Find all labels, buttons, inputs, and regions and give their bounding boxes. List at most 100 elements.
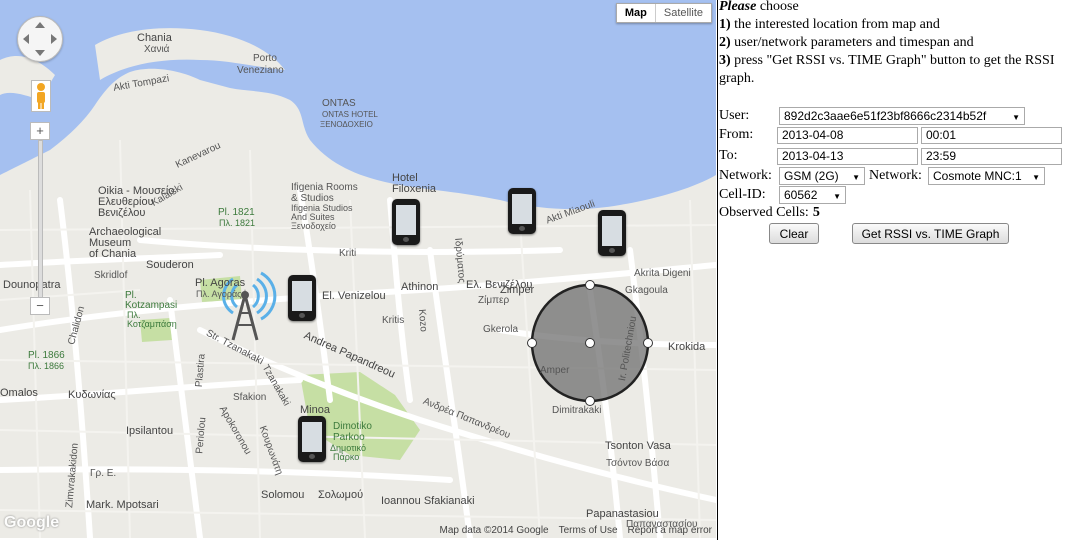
map-label: Porto <box>253 53 277 64</box>
map-label: Akrita Digeni <box>634 268 691 279</box>
map-label: Σολωμού <box>318 489 364 501</box>
map-label: Kozo <box>415 308 429 333</box>
map-label: of Chania <box>89 248 137 260</box>
to-time-input[interactable] <box>921 147 1062 165</box>
map-label: Tsonton Vasa <box>605 440 671 452</box>
map-label: Τσόντον Βάσα <box>606 458 670 469</box>
instructions: Please choose 1) the interested location… <box>719 0 1069 88</box>
phone-marker[interactable] <box>298 416 326 462</box>
map-attribution: Map data ©2014 Google Terms of Use Report … <box>429 525 712 536</box>
chevron-down-icon: ▼ <box>1032 173 1040 182</box>
zoom-in-button[interactable]: + <box>30 122 50 140</box>
zoom-out-button[interactable]: − <box>30 297 50 315</box>
map-label: Βενιζέλου <box>98 207 146 219</box>
network-row: Network: GSM (2G) ▼ Network: Cosmote MNC:… <box>719 166 1045 186</box>
cellid-row: Cell-ID: 60562 ▼ <box>719 185 846 205</box>
map-label: Filoxenia <box>392 183 437 195</box>
step-number: 3) <box>719 53 731 68</box>
map-label: Pl. 1821 <box>218 207 255 218</box>
map-label: Krokida <box>668 341 706 353</box>
map-label: Veneziano <box>237 65 284 76</box>
map-label: Dimitrakaki <box>552 405 602 416</box>
phone-marker[interactable] <box>392 199 420 245</box>
network-type-label: Network: <box>719 168 772 183</box>
step-text: the interested location from map and <box>730 17 940 32</box>
network-operator-select[interactable]: Cosmote MNC:1 ▼ <box>928 167 1045 185</box>
get-rssi-graph-button[interactable]: Get RSSI vs. TIME Graph <box>852 223 1009 244</box>
chevron-down-icon: ▼ <box>833 192 841 201</box>
user-select[interactable]: 892d2c3aae6e51f23bf8666c2314b52f ▼ <box>779 107 1025 125</box>
map-label: Kritis <box>382 315 405 326</box>
map-label: Chania <box>137 32 172 44</box>
step-number: 2) <box>719 35 731 50</box>
from-time-input[interactable] <box>921 126 1062 144</box>
terms-of-use-link[interactable]: Terms of Use <box>559 525 618 536</box>
map-label: El. Venizelou <box>322 290 386 302</box>
map-label: Amper <box>540 365 570 376</box>
chevron-down-icon: ▼ <box>852 173 860 182</box>
pan-arrows-icon <box>23 22 57 56</box>
map-label: ΞΕΝΟΔΟΧΕΙΟ <box>320 120 373 129</box>
map-label: ONTAS <box>322 98 356 109</box>
map-label: Athinon <box>401 281 439 293</box>
phone-marker[interactable] <box>598 210 626 256</box>
map-label: Ξενοδοχείο <box>291 221 336 231</box>
step-text: user/network parameters and timespan and <box>730 35 974 50</box>
map-label: Omalos <box>0 387 38 399</box>
from-label: From: <box>719 127 754 142</box>
step-text: press "Get RSSI vs. TIME Graph" button t… <box>719 53 1055 86</box>
observed-cells-count: 5 <box>812 205 820 220</box>
map-canvas[interactable]: Chania Χανιά Porto Veneziano Akti Tompaz… <box>0 0 716 538</box>
intro-emphasis: Please <box>719 0 757 14</box>
step-number: 1) <box>719 17 731 32</box>
phone-marker[interactable] <box>508 188 536 234</box>
street-view-pegman-icon[interactable] <box>31 80 51 112</box>
map-label: Kriti <box>339 248 357 259</box>
from-date-input[interactable] <box>777 126 918 144</box>
map-label: Ipsilantou <box>126 425 174 437</box>
zoom-slider[interactable] <box>38 140 43 298</box>
to-row: To: <box>719 146 1062 166</box>
user-select-value: 892d2c3aae6e51f23bf8666c2314b52f <box>784 109 987 123</box>
cellid-value: 60562 <box>784 188 818 202</box>
observed-cells-label: Observed Cells: <box>719 205 809 220</box>
network-operator-value: Cosmote MNC:1 <box>933 169 1022 183</box>
map-label: Sfakion <box>233 392 267 403</box>
map-data-credit: Map data ©2014 Google <box>439 525 549 536</box>
phone-marker[interactable] <box>288 275 316 321</box>
from-row: From: <box>719 125 1062 145</box>
google-logo: Google <box>4 514 60 531</box>
map-label: Κοτζαμπάση <box>127 319 177 329</box>
map-label: Minoa <box>300 404 330 416</box>
map-type-map-button[interactable]: Map <box>617 4 656 22</box>
control-panel: Please choose 1) the interested location… <box>717 0 1076 540</box>
map-label: Χανιά <box>144 44 170 55</box>
map-label: Ζίμπερ <box>478 295 510 306</box>
map-label: Dounopatra <box>3 279 61 291</box>
pan-control[interactable] <box>17 16 63 62</box>
map-label: Γρ. Ε. <box>90 468 117 479</box>
clear-button[interactable]: Clear <box>769 223 819 244</box>
map-label: Ioannou Sfakianaki <box>381 495 475 507</box>
map-label: Solomou <box>261 489 305 501</box>
network-type-select[interactable]: GSM (2G) ▼ <box>779 167 865 185</box>
map-label: Skridlof <box>94 270 128 281</box>
to-date-input[interactable] <box>777 147 918 165</box>
map-label: Πλ. Αγοράς <box>196 289 242 299</box>
network-type-value: GSM (2G) <box>784 169 839 183</box>
map-label: Gkagoula <box>625 285 668 296</box>
report-map-error-link[interactable]: Report a map error <box>628 525 712 536</box>
map-type-satellite-button[interactable]: Satellite <box>656 4 711 22</box>
network-operator-label: Network: <box>869 168 922 183</box>
cellid-select[interactable]: 60562 ▼ <box>779 186 846 204</box>
map-label: Πλ. 1866 <box>28 361 65 371</box>
map-label: Πάρκο <box>333 452 360 462</box>
map-label: Gkerola <box>483 324 519 335</box>
map-label: Κυδωνίας <box>68 389 116 401</box>
observed-row: Observed Cells: 5 <box>719 203 820 223</box>
map-label: Dimotiko <box>333 421 372 432</box>
map-label: Parkoo <box>333 432 365 443</box>
map-label: Pl. 1866 <box>28 350 65 361</box>
map-type-control: Map Satellite <box>615 3 712 23</box>
chevron-down-icon: ▼ <box>1012 113 1020 122</box>
